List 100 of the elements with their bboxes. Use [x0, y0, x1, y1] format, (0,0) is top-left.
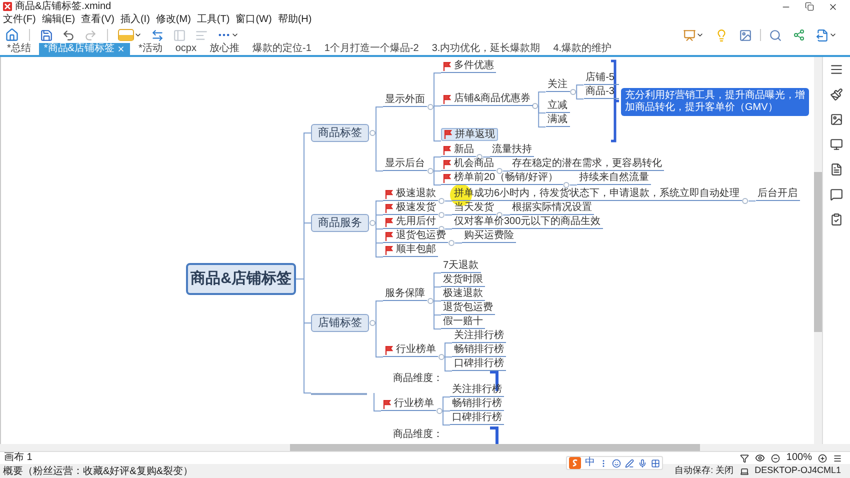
image-icon[interactable]: [830, 113, 843, 126]
tab[interactable]: 4.爆款的维护: [548, 43, 617, 55]
share-icon: [793, 29, 805, 41]
connector-line: [748, 200, 756, 202]
emoji-icon[interactable]: [612, 458, 621, 468]
topic[interactable]: 极速发货: [383, 202, 438, 215]
redo-icon: [84, 28, 97, 42]
topic[interactable]: 拼单返现: [441, 128, 498, 141]
menu-item[interactable]: 查看(V): [81, 13, 114, 26]
topic[interactable]: 发货时限: [441, 274, 485, 287]
clipboard-icon[interactable]: [830, 213, 843, 226]
topic[interactable]: 满减: [546, 114, 570, 127]
topic[interactable]: 新品: [441, 144, 476, 157]
horizontal-scrollbar[interactable]: [0, 444, 850, 451]
main-topic[interactable]: 商品标签: [311, 124, 369, 142]
topic[interactable]: 多件优惠: [441, 60, 496, 73]
document-icon[interactable]: [830, 163, 843, 176]
topic[interactable]: 行业榜单: [381, 398, 436, 411]
topic[interactable]: 假一赔十: [441, 316, 485, 329]
tab[interactable]: 放心推: [204, 43, 244, 55]
eye-icon[interactable]: [755, 453, 766, 463]
topic[interactable]: 口碑排行榜: [450, 412, 504, 425]
tab[interactable]: 3.内功优化，延长爆款期: [426, 43, 546, 55]
main-topic[interactable]: 商品服务: [311, 214, 369, 232]
topic[interactable]: 当天发货: [452, 202, 496, 215]
zoom-out-icon[interactable]: [771, 454, 780, 462]
topic[interactable]: 流量扶持: [490, 144, 534, 157]
handwriting-icon[interactable]: [625, 458, 634, 468]
topic[interactable]: 立减: [546, 100, 570, 113]
close-icon[interactable]: [828, 2, 838, 12]
summary-callout[interactable]: 充分利用好营销工具，提升商品曝光，增加商品转化，提升客单价（GMV）: [621, 88, 809, 116]
topic[interactable]: 口碑排行榜: [452, 358, 506, 371]
menu-item[interactable]: 文件(F): [3, 13, 36, 26]
topic[interactable]: 商品-3: [584, 86, 619, 99]
central-topic[interactable]: 商品&店铺标签: [186, 263, 296, 295]
sheet-name[interactable]: 画布 1: [4, 452, 32, 464]
topic[interactable]: 显示外面: [383, 94, 427, 107]
connector-line: [454, 242, 462, 244]
topic[interactable]: 关注排行榜: [452, 330, 506, 343]
topic[interactable]: 后台开启: [756, 188, 800, 201]
menu-item[interactable]: 修改(M): [156, 13, 191, 26]
scroll-thumb[interactable]: [290, 444, 700, 451]
brush-icon[interactable]: [830, 88, 843, 101]
filter-icon[interactable]: [740, 454, 750, 462]
restore-icon[interactable]: [805, 2, 814, 11]
topic[interactable]: 存在稳定的潜在需求，更容易转化: [510, 158, 664, 171]
topic[interactable]: 极速退款: [441, 288, 485, 301]
caret-icon: [134, 31, 142, 39]
topic[interactable]: 店铺-5: [584, 72, 619, 85]
zoom-in-icon[interactable]: [818, 454, 827, 462]
tab[interactable]: *活动: [133, 43, 168, 55]
menu-item[interactable]: 窗口(W): [236, 13, 272, 26]
toolbox-icon[interactable]: [651, 458, 660, 468]
computer-icon: [740, 466, 749, 476]
menu-icon[interactable]: [833, 454, 842, 462]
tab[interactable]: 爆款的定位-1: [248, 43, 316, 55]
menu-item[interactable]: 插入(I): [120, 13, 150, 26]
topic[interactable]: 根据实际情况设置: [510, 202, 594, 215]
list-icon[interactable]: [830, 63, 843, 76]
topic[interactable]: 先用后付: [383, 216, 438, 229]
topic[interactable]: 显示后台: [383, 158, 427, 171]
topic[interactable]: 服务保障: [383, 288, 427, 301]
menu-item[interactable]: 帮助(H): [278, 13, 312, 26]
topic[interactable]: 退货包运费: [383, 230, 448, 243]
computer-name: DESKTOP-OJ4CML1: [754, 464, 841, 478]
topic[interactable]: 榜单前20（畅销/好评）: [441, 172, 563, 185]
monitor-icon[interactable]: [830, 138, 843, 151]
microphone-icon[interactable]: [638, 458, 647, 468]
lightbulb-icon: [715, 28, 728, 42]
topic[interactable]: 仅对客单价300元以下的商品生效: [452, 216, 603, 229]
tab[interactable]: *总结: [2, 43, 36, 55]
tab[interactable]: 1个月打造一个爆品-2: [319, 43, 424, 55]
topic[interactable]: 店铺&商品优惠券: [441, 93, 533, 106]
comment-icon[interactable]: [830, 188, 843, 201]
collapse-icon[interactable]: [496, 212, 502, 218]
vertical-scrollbar[interactable]: [814, 57, 822, 444]
topic[interactable]: 极速退款: [383, 188, 438, 201]
note-text: 商品维度：: [393, 429, 443, 441]
connector-line: [444, 214, 452, 216]
topic[interactable]: 持续来自然流量: [576, 172, 651, 185]
topic[interactable]: 行业榜单: [383, 344, 438, 357]
topic[interactable]: 购买运费险: [462, 230, 516, 243]
topic[interactable]: 畅销排行榜: [452, 344, 506, 357]
ime-mode[interactable]: 中: [585, 457, 595, 469]
topic[interactable]: 关注: [546, 79, 570, 92]
topic[interactable]: 关注排行榜: [450, 384, 504, 397]
topic[interactable]: 机会商品: [441, 158, 496, 171]
connector-line: [444, 228, 452, 230]
search-icon: [769, 28, 782, 42]
text-lines-icon: [195, 28, 208, 42]
swap-icon: [151, 28, 164, 42]
topic[interactable]: 退货包运费: [441, 302, 495, 315]
menu-item[interactable]: 编辑(E): [42, 13, 76, 26]
main-topic[interactable]: 店铺标签: [311, 314, 369, 332]
tab[interactable]: ocpx: [170, 43, 202, 55]
menu-item[interactable]: 工具(T): [196, 13, 230, 26]
topic[interactable]: 畅销排行榜: [450, 398, 504, 411]
topic[interactable]: 7天退款: [441, 260, 481, 273]
topic[interactable]: 顺丰包邮: [383, 244, 438, 257]
scroll-thumb[interactable]: [814, 172, 822, 332]
